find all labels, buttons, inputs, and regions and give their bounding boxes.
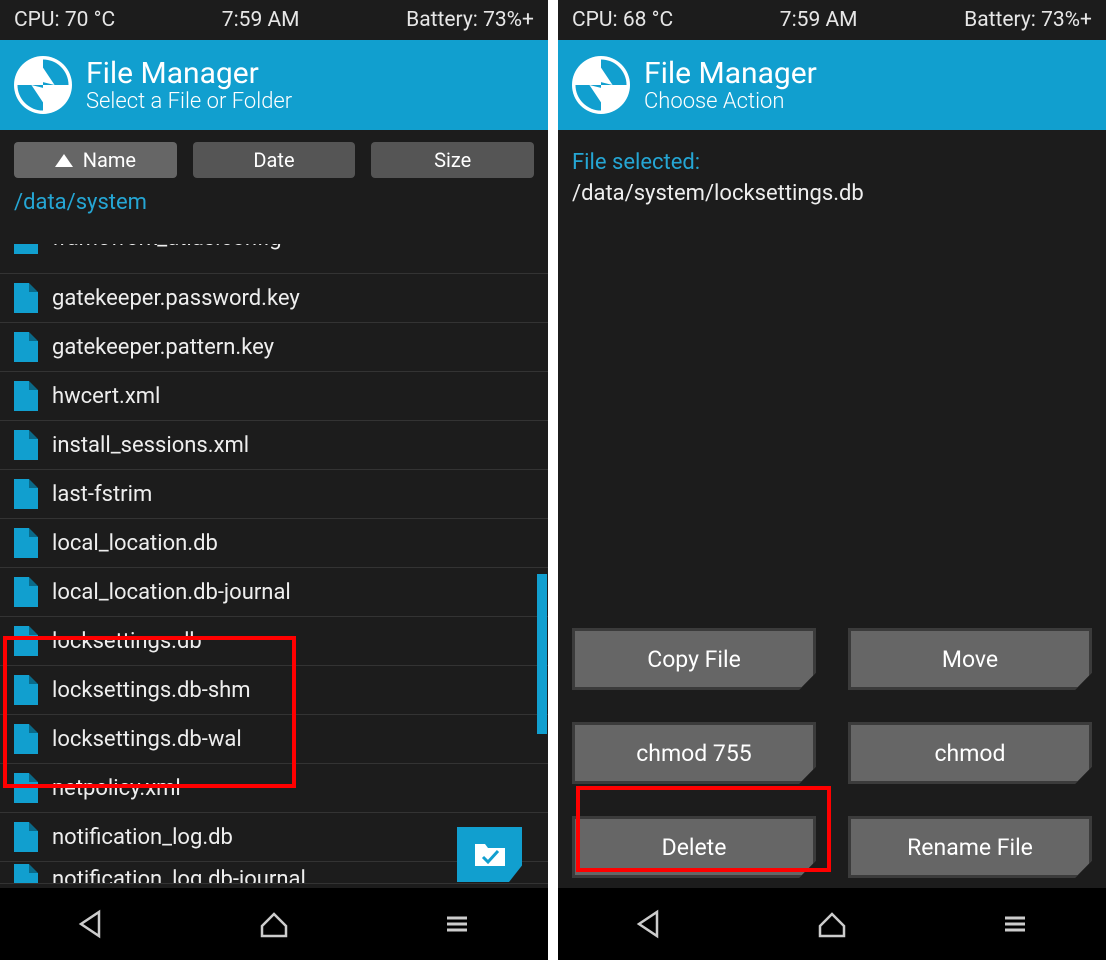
status-battery: Battery: 73%+ [406,8,534,32]
file-name: gatekeeper.pattern.key [52,335,274,360]
left-screenshot: CPU: 70 °C 7:59 AM Battery: 73%+ File Ma… [0,0,548,960]
nav-menu-icon[interactable] [439,906,475,942]
scrollbar[interactable] [537,574,547,734]
list-item[interactable]: framework_atlas.config [0,244,548,274]
status-time: 7:59 AM [780,8,858,32]
chmod755-button[interactable]: chmod 755 [572,722,816,784]
file-name: install_sessions.xml [52,433,249,458]
chmod-button[interactable]: chmod [848,722,1092,784]
page-subtitle: Choose Action [644,89,817,114]
sort-name-button[interactable]: Name [14,142,177,178]
button-label: Rename File [907,834,1033,861]
list-item[interactable]: locksettings.db-shm [0,666,548,715]
sort-asc-icon [55,154,73,167]
file-icon [14,675,38,705]
status-cpu: CPU: 70 °C [14,8,115,32]
nav-home-icon[interactable] [256,906,292,942]
button-label: Delete [662,834,727,861]
rename-file-button[interactable]: Rename File [848,816,1092,878]
move-button[interactable]: Move [848,628,1092,690]
list-item[interactable]: local_location.db-journal [0,568,548,617]
file-name: gatekeeper.password.key [52,286,300,311]
current-path: /data/system [0,186,548,225]
file-icon [14,577,38,607]
sort-date-label: Date [253,148,294,172]
file-icon [14,626,38,656]
list-item[interactable]: gatekeeper.pattern.key [0,323,548,372]
file-name: last-fstrim [52,482,152,507]
file-icon [14,822,38,852]
page-title: File Manager [86,56,292,91]
folder-check-icon [473,840,507,870]
twrp-logo-icon [572,56,630,114]
sort-size-button[interactable]: Size [371,142,534,178]
title-bar: File Manager Choose Action [558,40,1106,130]
nav-bar [0,888,548,960]
file-name: netpolicy.xml [52,776,181,801]
file-name: local_location.db [52,531,218,556]
nav-home-icon[interactable] [814,906,850,942]
title-bar: File Manager Select a File or Folder [0,40,548,130]
list-item[interactable]: local_location.db [0,519,548,568]
page-title: File Manager [644,56,817,91]
list-item[interactable]: gatekeeper.password.key [0,274,548,323]
status-bar: CPU: 70 °C 7:59 AM Battery: 73%+ [0,0,548,40]
list-item[interactable]: locksettings.db [0,617,548,666]
status-bar: CPU: 68 °C 7:59 AM Battery: 73%+ [558,0,1106,40]
status-time: 7:59 AM [222,8,300,32]
status-battery: Battery: 73%+ [964,8,1092,32]
delete-button[interactable]: Delete [572,816,816,878]
list-item[interactable]: hwcert.xml [0,372,548,421]
nav-back-icon[interactable] [631,906,667,942]
file-name: hwcert.xml [52,384,160,409]
sort-date-button[interactable]: Date [193,142,356,178]
file-icon [14,773,38,803]
file-name: framework_atlas.config [52,244,282,251]
list-item[interactable]: netpolicy.xml [0,764,548,813]
button-label: Move [942,646,998,673]
twrp-logo-icon [14,56,72,114]
nav-back-icon[interactable] [73,906,109,942]
file-icon [14,332,38,362]
file-list[interactable]: framework_atlas.config gatekeeper.passwo… [0,244,548,888]
file-icon [14,479,38,509]
action-grid: Copy File Move chmod 755 chmod Delete Re… [558,610,1106,888]
file-icon [14,283,38,313]
file-icon [14,528,38,558]
file-name: locksettings.db-wal [52,727,242,752]
file-name: locksettings.db [52,629,202,654]
list-item[interactable]: last-fstrim [0,470,548,519]
sort-row: Name Date Size [0,130,548,186]
file-icon [14,381,38,411]
nav-menu-icon[interactable] [997,906,1033,942]
page-subtitle: Select a File or Folder [86,89,292,114]
right-screenshot: CPU: 68 °C 7:59 AM Battery: 73%+ File Ma… [558,0,1106,960]
file-icon [14,864,38,885]
button-label: chmod [935,740,1006,767]
sort-size-label: Size [434,148,471,172]
file-name: local_location.db-journal [52,580,291,605]
button-label: chmod 755 [636,740,751,767]
copy-file-button[interactable]: Copy File [572,628,816,690]
file-icon [14,430,38,460]
button-label: Copy File [647,646,741,673]
select-folder-fab[interactable] [457,827,522,882]
sort-name-label: Name [83,148,136,172]
file-icon [14,244,38,254]
file-selected-label: File selected: [558,130,1106,181]
file-icon [14,724,38,754]
status-cpu: CPU: 68 °C [572,8,673,32]
file-name: notification_log.db-journal [52,867,306,884]
file-name: locksettings.db-shm [52,678,251,703]
nav-bar [558,888,1106,960]
file-name: notification_log.db [52,825,233,850]
list-item[interactable]: install_sessions.xml [0,421,548,470]
list-item[interactable]: locksettings.db-wal [0,715,548,764]
file-selected-path: /data/system/locksettings.db [558,181,1106,206]
